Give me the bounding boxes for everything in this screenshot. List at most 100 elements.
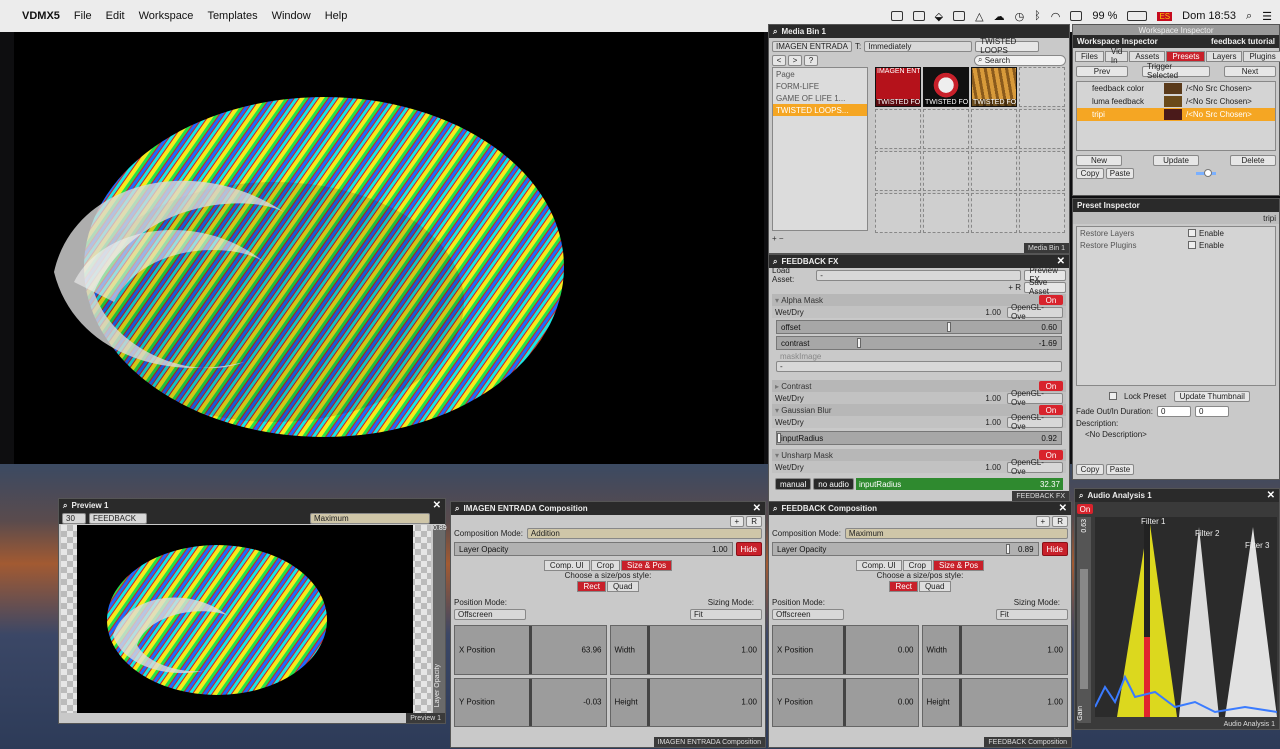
- empty-clip-slot[interactable]: [875, 151, 921, 191]
- audio-spectrum[interactable]: Filter 1 Filter 2 Filter 3: [1094, 517, 1278, 717]
- empty-clip-slot[interactable]: [875, 109, 921, 149]
- slider-knob[interactable]: [777, 433, 781, 443]
- search-icon[interactable]: ⌕: [1079, 491, 1083, 501]
- enable-checkbox[interactable]: [1188, 241, 1196, 249]
- empty-clip-slot[interactable]: [971, 193, 1017, 233]
- preset-row-selected[interactable]: tripi /<No Src Chosen>: [1077, 108, 1275, 121]
- close-icon[interactable]: ✕: [1267, 490, 1275, 501]
- paste-button[interactable]: Paste: [1106, 463, 1134, 475]
- empty-clip-slot[interactable]: [875, 193, 921, 233]
- close-icon[interactable]: ✕: [433, 500, 441, 511]
- tab-size-pos[interactable]: Size & Pos: [621, 559, 673, 571]
- lock-preset-checkbox[interactable]: [1109, 392, 1117, 400]
- screen-record-icon[interactable]: [890, 11, 903, 21]
- copy-button[interactable]: Copy: [1076, 167, 1104, 179]
- rect-style-button[interactable]: Rect: [577, 580, 606, 592]
- wet-dry-value[interactable]: 1.00: [985, 308, 1001, 317]
- slider-knob[interactable]: [856, 338, 861, 348]
- gain-slider[interactable]: 0.63 Gain: [1077, 517, 1091, 723]
- battery-icon[interactable]: [1127, 11, 1148, 21]
- menu-help[interactable]: Help: [325, 10, 348, 22]
- height-control[interactable]: Height 1.00: [609, 677, 762, 727]
- input-radius-slider[interactable]: inputRadius 0.92: [776, 431, 1062, 445]
- feedback-fx-titlebar[interactable]: ⌕ FEEDBACK FX ✕: [769, 255, 1069, 268]
- nav-back-button[interactable]: <: [772, 54, 786, 66]
- preview-canvas[interactable]: [61, 525, 431, 713]
- sizing-mode-select[interactable]: Fit: [690, 608, 762, 620]
- zoom-slider[interactable]: [1196, 168, 1216, 177]
- preview-titlebar[interactable]: ⌕ Preview 1 ✕: [59, 499, 445, 512]
- blend-mode-select[interactable]: OpenGL- Ove: [1007, 303, 1063, 321]
- empty-clip-slot[interactable]: [1019, 67, 1065, 107]
- prev-button[interactable]: Prev: [1076, 65, 1128, 77]
- search-icon[interactable]: ⌕: [773, 504, 777, 514]
- restore-layers-label[interactable]: Restore Layers: [1080, 229, 1188, 238]
- page-list-item[interactable]: GAME OF LIFE 1...: [773, 92, 867, 104]
- preset-row[interactable]: luma feedback /<No Src Chosen>: [1077, 95, 1275, 108]
- offset-slider[interactable]: offset 0.60: [776, 320, 1062, 334]
- tab-assets[interactable]: Assets: [1129, 50, 1166, 62]
- source-select[interactable]: IMAGEN ENTRADA: [772, 40, 852, 52]
- composition-mode-select[interactable]: Maximum: [844, 527, 1068, 539]
- menu-file[interactable]: File: [74, 10, 92, 22]
- load-asset-select[interactable]: -: [816, 269, 1022, 281]
- x-position-control[interactable]: X Position 0.00: [772, 625, 919, 675]
- blend-mode-select[interactable]: OpenGL- Ove: [1007, 458, 1063, 476]
- menu-window[interactable]: Window: [272, 10, 311, 22]
- delete-preset-button[interactable]: Delete: [1230, 154, 1276, 166]
- tab-layers[interactable]: Layers: [1206, 50, 1243, 62]
- rect-style-button[interactable]: Rect: [889, 580, 918, 592]
- search-icon[interactable]: ⌕: [63, 501, 67, 511]
- quad-style-button[interactable]: Quad: [918, 580, 951, 592]
- tab-size-pos[interactable]: Size & Pos: [933, 559, 985, 571]
- copy-button[interactable]: Copy: [1076, 463, 1104, 475]
- empty-clip-slot[interactable]: [971, 109, 1017, 149]
- slider-knob[interactable]: [1005, 544, 1010, 554]
- blend-mode-select[interactable]: Maximum: [310, 512, 430, 524]
- nav-forward-button[interactable]: >: [788, 54, 802, 66]
- reset-button[interactable]: R: [1052, 515, 1068, 527]
- fade-in-field[interactable]: 0: [1194, 405, 1229, 417]
- composition-titlebar[interactable]: ⌕ IMAGEN ENTRADA Composition ✕: [451, 502, 765, 515]
- hide-button[interactable]: Hide: [735, 542, 762, 556]
- layer-select[interactable]: TWISTED LOOPS: [975, 37, 1040, 55]
- blend-mode-select[interactable]: OpenGL- Ove: [1007, 389, 1063, 407]
- audio-titlebar[interactable]: ⌕ Audio Analysis 1 ✕: [1075, 489, 1279, 502]
- preset-row[interactable]: feedback color /<No Src Chosen>: [1077, 82, 1275, 95]
- close-icon[interactable]: ✕: [753, 503, 761, 514]
- page-list-item[interactable]: Page: [773, 68, 867, 80]
- search-icon[interactable]: ⌕: [773, 27, 777, 37]
- empty-clip-slot[interactable]: [923, 193, 969, 233]
- x-position-control[interactable]: X Position 63.96: [454, 625, 607, 675]
- clip-thumbnail[interactable]: TWISTED FO: [971, 67, 1017, 107]
- menu-clock[interactable]: Dom 18:53: [1182, 10, 1236, 22]
- add-button[interactable]: +: [1035, 515, 1051, 527]
- tab-crop[interactable]: Crop: [590, 559, 620, 571]
- slider-knob[interactable]: [1204, 168, 1212, 177]
- layer-opacity-slider[interactable]: 0.89 Layer Opacity: [433, 525, 447, 713]
- control-list-icon[interactable]: ☰: [1262, 10, 1272, 23]
- page-list-item[interactable]: FORM-LIFE: [773, 80, 867, 92]
- dropbox-icon[interactable]: ⬙: [935, 10, 943, 23]
- menu-templates[interactable]: Templates: [207, 10, 257, 22]
- add-reset-buttons[interactable]: + R: [1008, 283, 1021, 292]
- clip-thumbnail[interactable]: IMAGEN ENT TWISTED FO: [875, 67, 921, 107]
- preview-source-select[interactable]: FEEDBACK: [89, 512, 147, 524]
- update-thumbnail-button[interactable]: Update Thumbnail: [1174, 390, 1251, 402]
- audio-on-toggle[interactable]: On: [1077, 504, 1093, 514]
- update-preset-button[interactable]: Update: [1153, 154, 1199, 166]
- close-icon[interactable]: ✕: [1059, 503, 1067, 514]
- layer-opacity-slider[interactable]: Layer Opacity 1.00: [454, 542, 733, 556]
- blend-mode-select[interactable]: OpenGL- Ove: [1007, 413, 1063, 431]
- flag-icon[interactable]: ES: [1157, 11, 1173, 21]
- composition-titlebar[interactable]: ⌕ FEEDBACK Composition ✕: [769, 502, 1071, 515]
- add-button[interactable]: +: [729, 515, 745, 527]
- mask-image-select[interactable]: -: [776, 361, 1062, 372]
- next-button[interactable]: Next: [1224, 65, 1276, 77]
- trigger-selected-button[interactable]: Trigger Selected: [1142, 62, 1210, 80]
- tab-files[interactable]: Files: [1075, 50, 1104, 62]
- empty-clip-slot[interactable]: [923, 151, 969, 191]
- manual-button[interactable]: manual: [775, 478, 812, 490]
- contrast-slider[interactable]: contrast -1.69: [776, 336, 1062, 350]
- wet-dry-value[interactable]: 1.00: [985, 418, 1001, 427]
